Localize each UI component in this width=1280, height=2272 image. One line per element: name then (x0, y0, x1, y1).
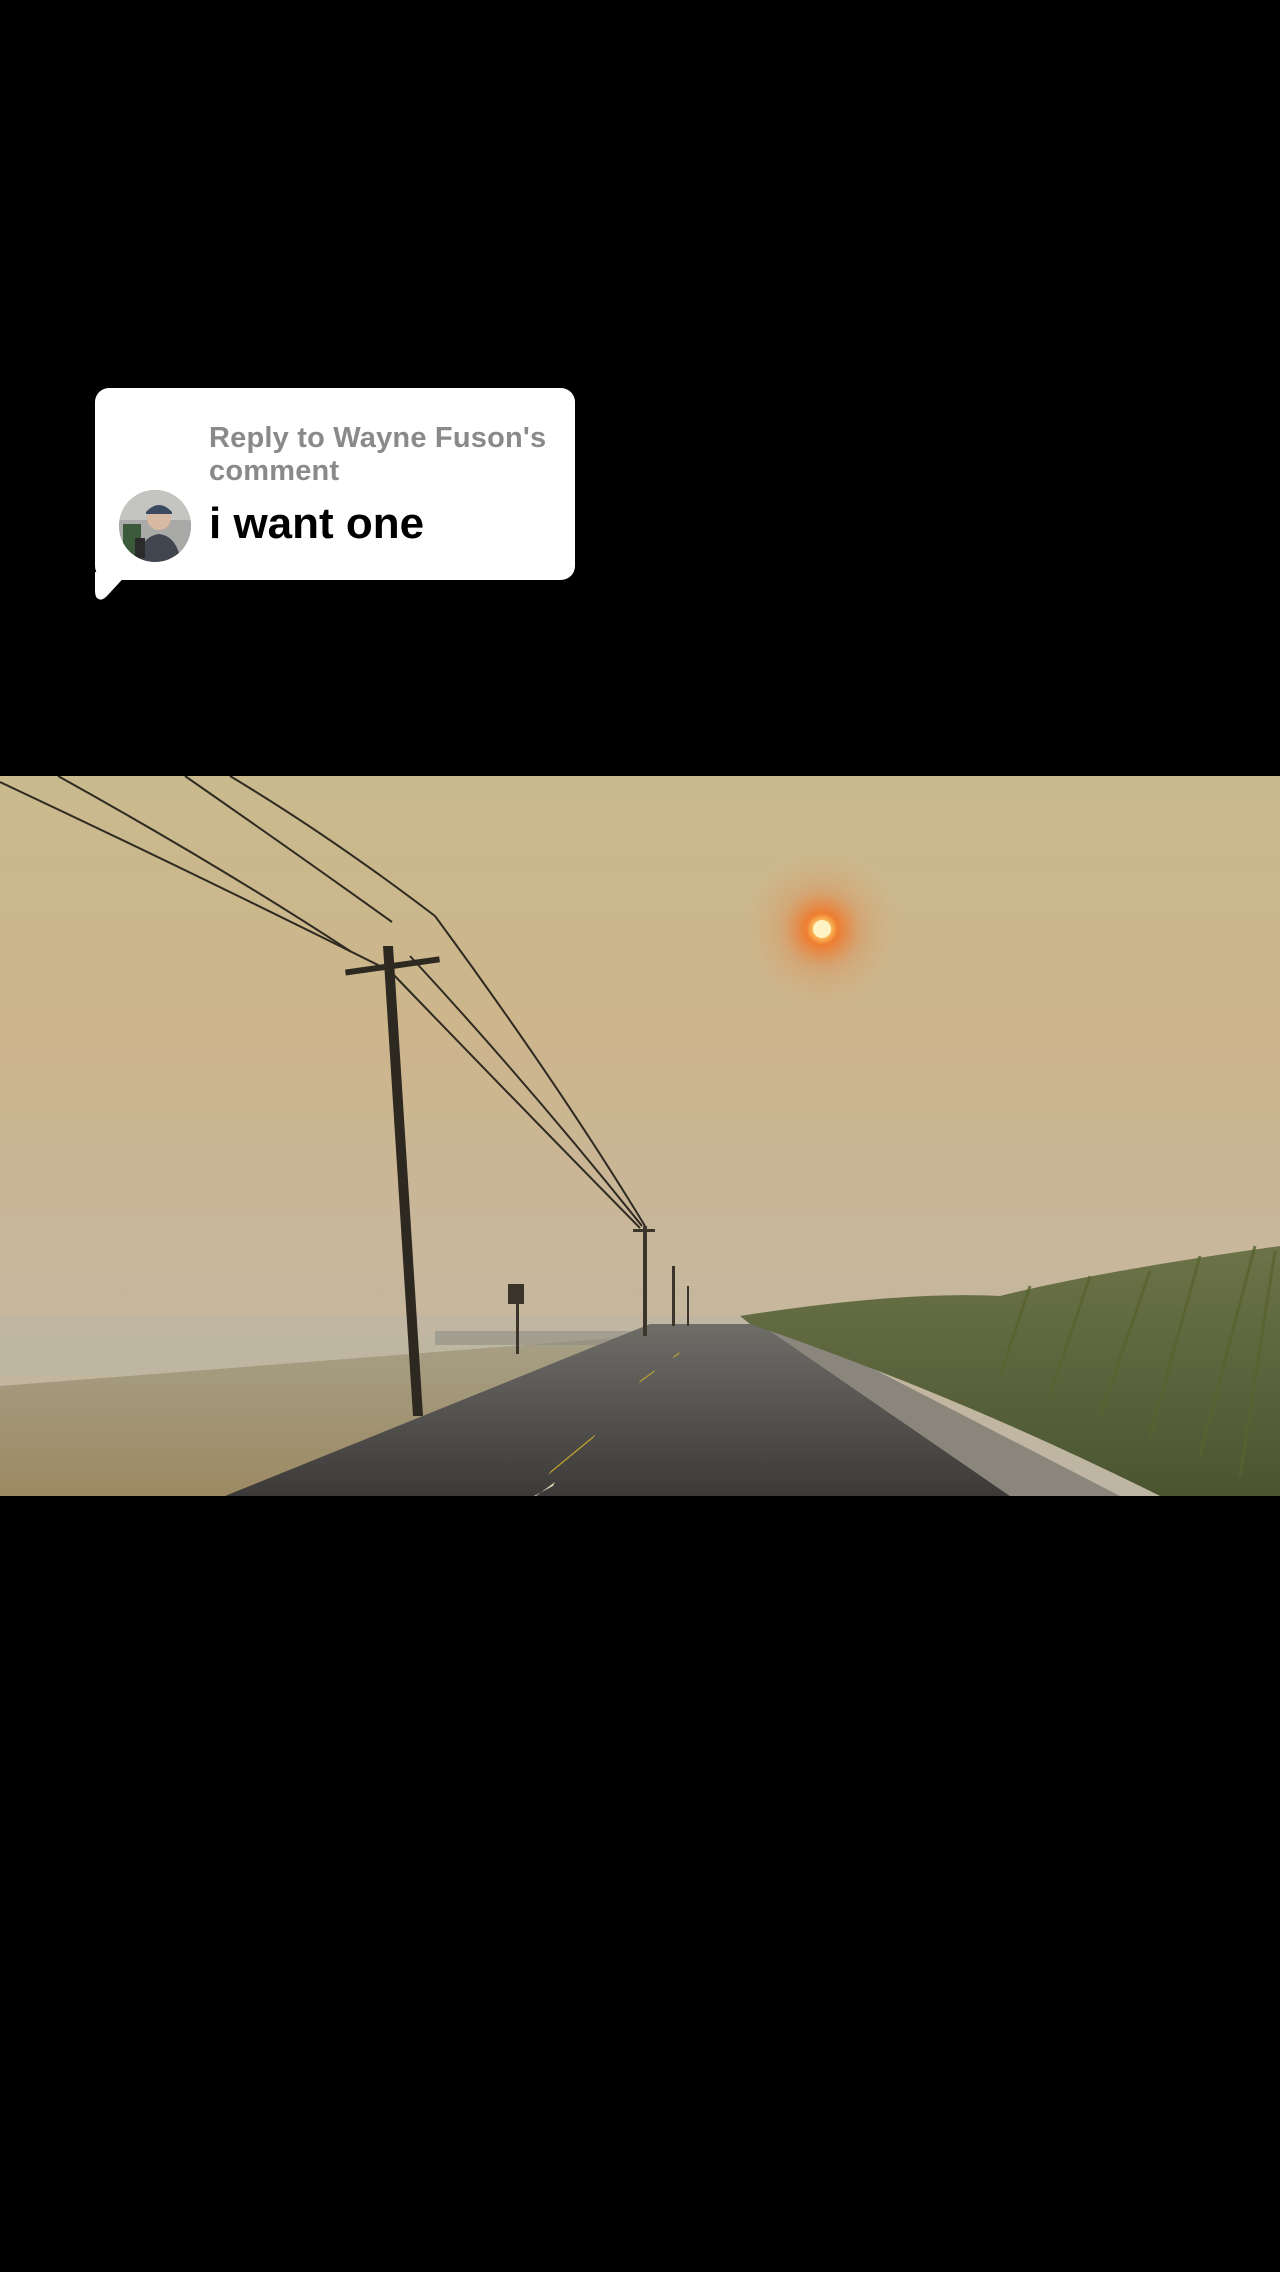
reply-comment-text: i want one (209, 499, 425, 548)
screen: Reply to Wayne Fuson's comment i want on… (0, 0, 1280, 2272)
video-scene-image (0, 776, 1280, 1496)
video-frame[interactable] (0, 776, 1280, 1496)
reply-header: Reply to Wayne Fuson's comment (209, 422, 547, 487)
bubble-tail (95, 572, 129, 600)
avatar-image (119, 490, 191, 562)
reply-comment-bubble[interactable]: Reply to Wayne Fuson's comment i want on… (95, 388, 575, 580)
commenter-avatar[interactable] (119, 490, 191, 562)
